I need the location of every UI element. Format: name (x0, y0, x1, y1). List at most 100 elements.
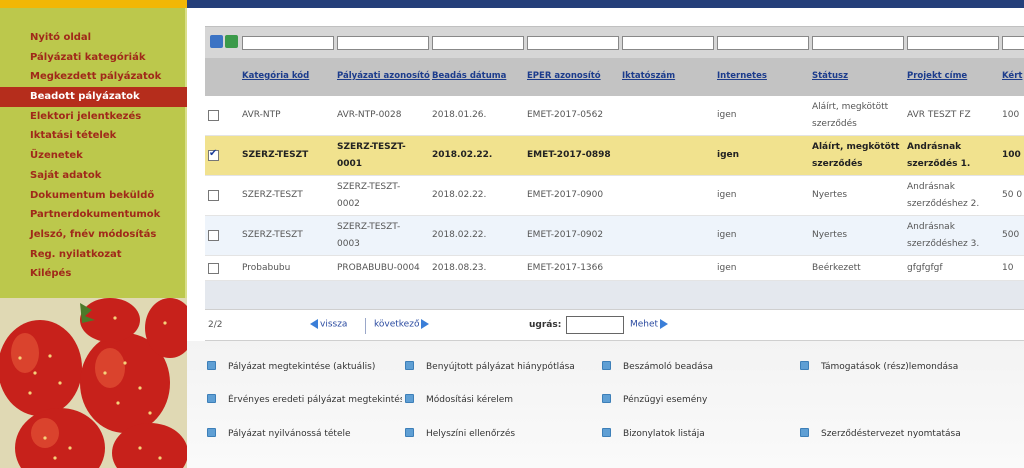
cell-eper-azonosito: EMET-2017-1366 (527, 263, 604, 274)
cell-beadas-datuma: 2018.02.22. (432, 230, 487, 241)
column-header-statusz[interactable]: Státusz (812, 71, 848, 81)
filter-statusz[interactable] (812, 36, 904, 50)
sidebar-item-uzenetek[interactable]: Üzenetek (0, 146, 187, 166)
action-label: Pályázat megtekintése (aktuális) (228, 362, 376, 372)
cell-projekt-cime: Andrásnak szerződéshez 3. (907, 221, 980, 249)
action-tamogatasok-lemondasa[interactable]: Támogatások (rész)lemondása (800, 361, 958, 372)
bullet-icon (405, 361, 414, 370)
cell-beadas-datuma: 2018.02.22. (432, 190, 487, 201)
cell-kert: 10 (1002, 263, 1014, 274)
action-beszamolo-beadasa[interactable]: Beszámoló beadása (602, 361, 713, 372)
sidebar-item-palyazati-kategoriak[interactable]: Pályázati kategóriák (0, 48, 187, 68)
column-header-beadas-datuma[interactable]: Beadás dátuma (432, 71, 506, 81)
sidebar-item-iktatasi-tetelek[interactable]: Iktatási tételek (0, 126, 187, 146)
action-szerzodestervezet-nyomtatasa[interactable]: Szerződéstervezet nyomtatása (800, 428, 961, 439)
action-penzugyi-esemeny[interactable]: Pénzügyi esemény (602, 394, 707, 405)
action-helyszini-ellenorzes[interactable]: Helyszíni ellenőrzés (405, 428, 515, 439)
action-label: Érvényes eredeti pályázat megtekintése (228, 395, 402, 405)
column-header-iktatoszam[interactable]: Iktatószám (622, 71, 675, 81)
refresh-icon[interactable] (210, 35, 223, 48)
cell-statusz: Nyertes (812, 190, 848, 201)
filter-beadas-datuma[interactable] (432, 36, 524, 50)
column-header-kategoria-kod[interactable]: Kategória kód (242, 71, 309, 81)
table-row[interactable]: Probabubu PROBABUBU-0004 2018.08.23. EME… (205, 257, 1024, 281)
cell-eper-azonosito: EMET-2017-0562 (527, 110, 604, 121)
sidebar-item-jelszo-modositas[interactable]: Jelszó, fnév módosítás (0, 225, 187, 245)
action-bizonylatok-listaja[interactable]: Bizonylatok listája (602, 428, 705, 439)
sidebar-item-kilepes[interactable]: Kilépés (0, 264, 187, 284)
table-row[interactable]: SZERZ-TESZT SZERZ-TESZT-0003 2018.02.22.… (205, 216, 1024, 256)
row-checkbox[interactable] (208, 263, 219, 274)
row-checkbox[interactable] (208, 110, 219, 121)
table-row[interactable]: AVR-NTP AVR-NTP-0028 2018.01.26. EMET-20… (205, 96, 1024, 136)
sidebar-item-beadott-palyazatok[interactable]: Beadott pályázatok (0, 87, 187, 107)
table-empty-area (205, 281, 1024, 309)
jump-page-input[interactable] (566, 316, 624, 334)
sidebar-item-partnerdokumentumok[interactable]: Partnerdokumentumok (0, 205, 187, 225)
cell-kategoria-kod: AVR-NTP (242, 110, 281, 121)
cell-projekt-cime: gfgfgfgf (907, 263, 943, 274)
column-header-eper-azonosito[interactable]: EPER azonosító (527, 71, 601, 81)
cell-projekt-cime: Andrásnak szerződés 1. (907, 141, 971, 169)
action-hianypotlas[interactable]: Benyújtott pályázat hiánypótlása (405, 361, 575, 372)
cell-internetes: igen (717, 150, 740, 161)
sidebar-item-megkezdett-palyazatok[interactable]: Megkezdett pályázatok (0, 67, 187, 87)
bullet-icon (800, 428, 809, 437)
row-checkbox[interactable] (208, 190, 219, 201)
cell-palyazati-azonosito: SZERZ-TESZT-0002 (337, 181, 401, 209)
action-label: Beszámoló beadása (623, 362, 713, 372)
table-row-selected[interactable]: SZERZ-TESZT SZERZ-TESZT-0001 2018.02.22.… (205, 136, 1024, 176)
go-button[interactable]: Mehet (630, 319, 669, 330)
bullet-icon (602, 361, 611, 370)
row-checkbox-checked[interactable] (208, 148, 219, 161)
filter-iktatoszam[interactable] (622, 36, 714, 50)
sidebar: Nyitó oldal Pályázati kategóriák Megkezd… (0, 0, 187, 468)
sidebar-item-reg-nyilatkozat[interactable]: Reg. nyilatkozat (0, 245, 187, 265)
action-ervenyes-eredeti-megtekintese[interactable]: Érvényes eredeti pályázat megtekintése (207, 394, 402, 405)
column-header-projekt-cime[interactable]: Projekt címe (907, 71, 967, 81)
page-info: 2/2 (208, 320, 223, 330)
strawberry-illustration (0, 298, 187, 468)
cell-kert: 500 (1002, 230, 1020, 241)
sidebar-item-elektori-jelentkezes[interactable]: Elektori jelentkezés (0, 107, 187, 127)
cell-palyazati-azonosito: AVR-NTP-0028 (337, 110, 402, 121)
filter-kert[interactable] (1002, 36, 1024, 50)
bullet-icon (405, 428, 414, 437)
cell-projekt-cime: Andrásnak szerződéshez 2. (907, 181, 980, 209)
sidebar-top-strip (0, 0, 187, 8)
next-link[interactable]: következő (374, 319, 430, 330)
action-label: Szerződéstervezet nyomtatása (821, 429, 961, 439)
action-palyazat-megtekintese[interactable]: Pályázat megtekintése (aktuális) (207, 361, 375, 372)
action-nyilvanossa-tetele[interactable]: Pályázat nyilvánossá tétele (207, 428, 351, 439)
pager-separator (365, 318, 366, 334)
action-label: Módosítási kérelem (426, 395, 514, 405)
cell-kategoria-kod: SZERZ-TESZT (242, 190, 303, 201)
arrow-right-icon (421, 319, 430, 329)
table-row[interactable]: SZERZ-TESZT SZERZ-TESZT-0002 2018.02.22.… (205, 176, 1024, 216)
cell-palyazati-azonosito: SZERZ-TESZT-0001 (337, 141, 406, 169)
cell-statusz: Aláírt, megkötött szerződés (812, 101, 889, 129)
column-header-kert[interactable]: Kért (1002, 71, 1022, 81)
row-checkbox[interactable] (208, 230, 219, 241)
action-modositasi-kerelem[interactable]: Módosítási kérelem (405, 394, 513, 405)
action-label: Pénzügyi esemény (623, 395, 708, 405)
back-link[interactable]: vissza (310, 319, 347, 330)
cell-internetes: igen (717, 230, 737, 241)
excel-export-icon[interactable] (225, 35, 238, 48)
filter-internetes[interactable] (717, 36, 809, 50)
filter-palyazati-azonosito[interactable] (337, 36, 429, 50)
sidebar-item-sajat-adatok[interactable]: Saját adatok (0, 166, 187, 186)
pager: 2/2 vissza következő ugrás: Mehet (205, 309, 1024, 341)
cell-kategoria-kod: SZERZ-TESZT (242, 230, 303, 241)
cell-eper-azonosito: EMET-2017-0900 (527, 190, 604, 201)
filter-eper-azonosito[interactable] (527, 36, 619, 50)
arrow-left-icon (310, 319, 318, 329)
sidebar-item-dokumentum-bekuldo[interactable]: Dokumentum beküldő (0, 186, 187, 206)
filter-projekt-cime[interactable] (907, 36, 999, 50)
bullet-icon (207, 361, 216, 370)
cell-internetes: igen (717, 190, 737, 201)
filter-kategoria-kod[interactable] (242, 36, 334, 50)
column-header-internetes[interactable]: Internetes (717, 71, 767, 81)
column-header-palyazati-azonosito[interactable]: Pályázati azonosító (337, 71, 430, 81)
sidebar-item-nyito-oldal[interactable]: Nyitó oldal (0, 28, 187, 48)
